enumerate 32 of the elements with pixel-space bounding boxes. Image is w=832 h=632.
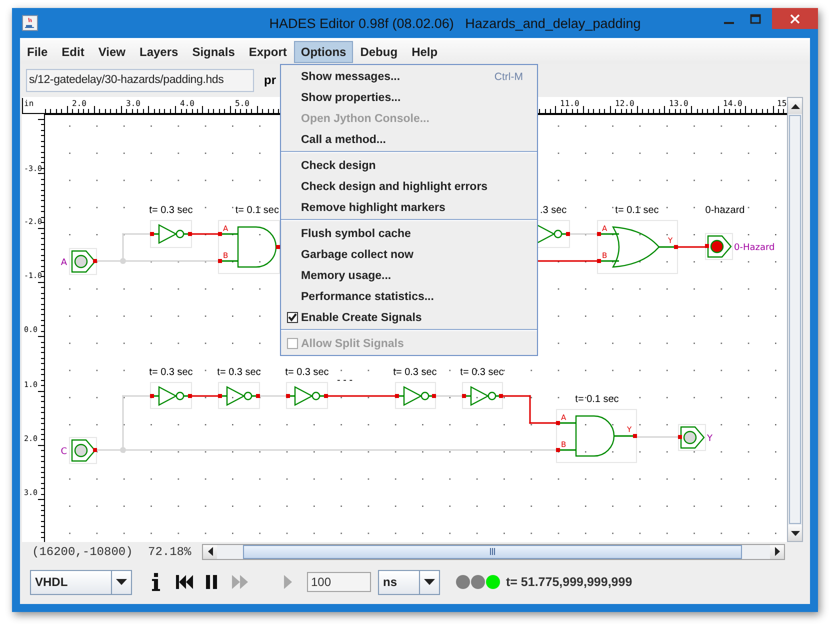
delay-label: t= 0.1 sec	[575, 394, 619, 405]
delay-label: t= 0.3 sec	[149, 205, 193, 216]
port-name: C	[60, 447, 67, 457]
port-name: A	[60, 258, 67, 268]
ruler-label: 12.0	[615, 99, 634, 108]
cursor-position: (16200,-10800)	[32, 544, 134, 558]
ruler-label: 4.0	[180, 99, 194, 108]
delay-label: t= 0.3 sec	[393, 367, 437, 378]
ruler-label: in	[24, 99, 34, 108]
ruler-label: 11.0	[560, 99, 580, 108]
delay-label: t= 0.3 sec	[285, 367, 329, 378]
ruler-label: 14.0	[723, 99, 742, 108]
ruler-label: 5.0	[235, 99, 250, 108]
toolbar-label: pr	[264, 73, 276, 87]
delay-label: t= 0.1 sec	[235, 205, 279, 216]
port-caption: 0-hazard	[705, 205, 745, 216]
ruler-label: 15	[777, 99, 787, 108]
ruler-label: 2.0	[72, 99, 86, 108]
ruler-label: 3.0	[126, 99, 140, 108]
zoom-level: 72.18%	[148, 544, 192, 558]
delay-label: t= 0.1 sec	[615, 205, 659, 216]
delay-label: t= 0.3 sec	[149, 367, 193, 378]
ruler-label: 13.0	[669, 99, 688, 108]
delay-label: t= 0.3 sec	[460, 367, 504, 378]
shortcut-label: Ctrl-M	[494, 70, 523, 82]
port-name: 0-Hazard	[734, 243, 775, 253]
simulation-time: t= 51.775,999,999,999	[506, 575, 632, 589]
delay-label: t= 0.3 sec	[217, 367, 261, 378]
delay-label: .3 sec	[540, 205, 567, 216]
port-name: Y	[707, 434, 712, 444]
ellipsis-note: - - -	[337, 375, 353, 386]
window-title: HADES Editor 0.98f (08.02.06) Hazards_and_delay_padding	[268, 16, 642, 31]
